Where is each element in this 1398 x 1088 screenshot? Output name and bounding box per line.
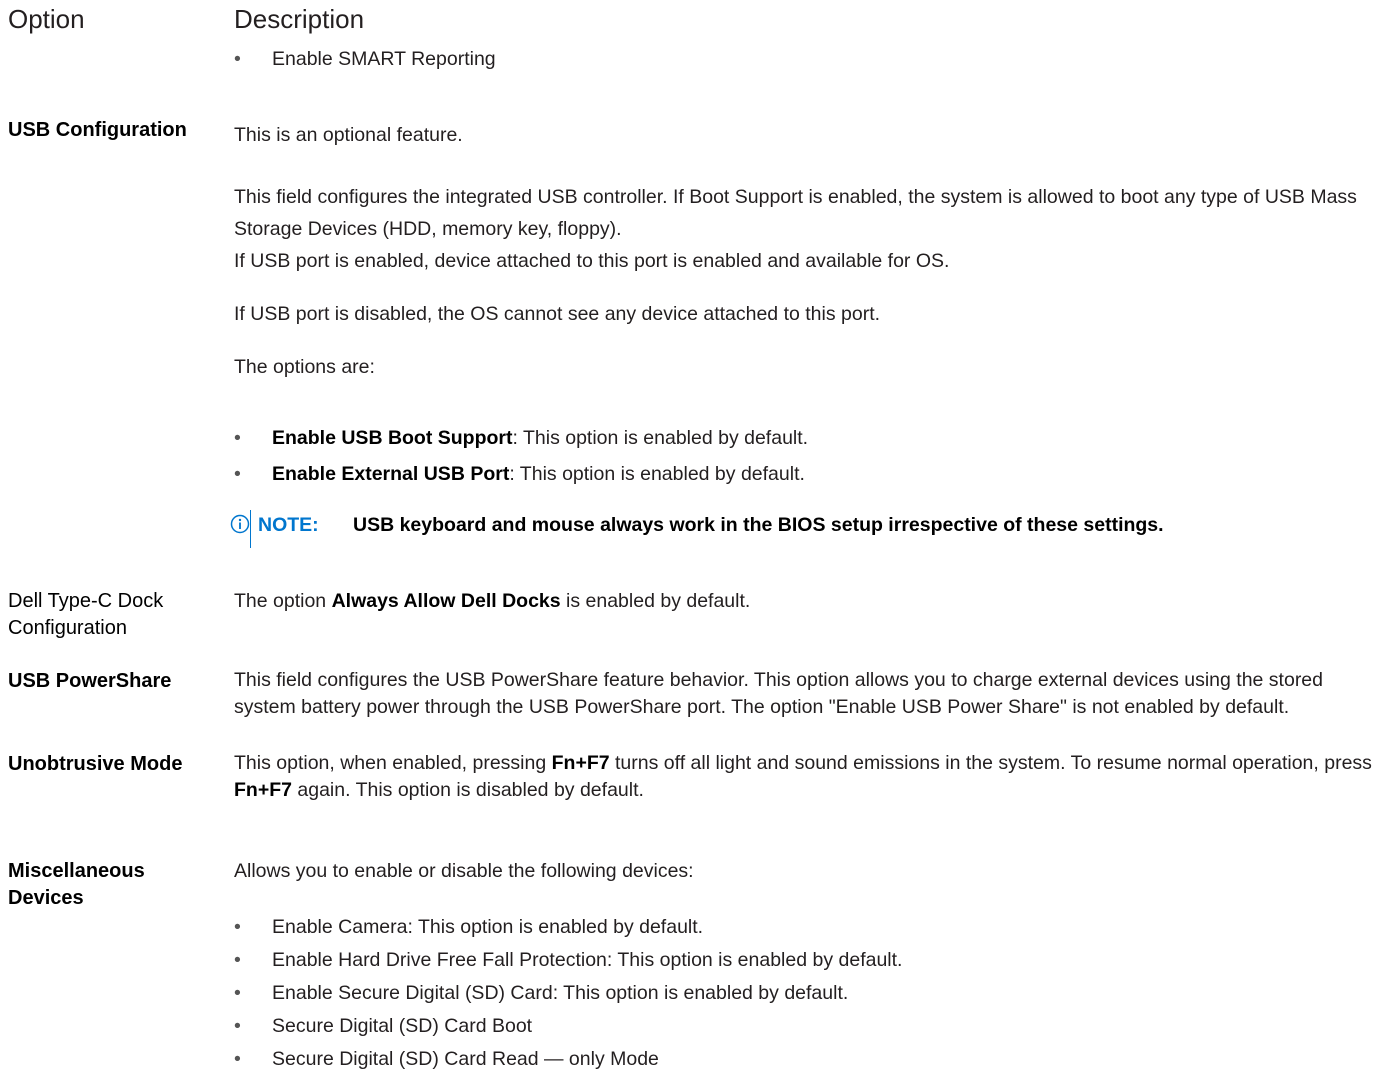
powershare-description: This field configures the USB PowerShare… xyxy=(234,669,1324,718)
option-name-usb-powershare: USB PowerShare xyxy=(8,670,172,692)
bullet-icon: • xyxy=(234,48,241,70)
usb-config-description: This field configures the integrated USB… xyxy=(234,186,1357,240)
option-name-unobtrusive-mode: Unobtrusive Mode xyxy=(8,753,183,775)
usb-config-intro: This is an optional feature. xyxy=(234,124,463,146)
column-header-option: Option xyxy=(8,4,85,34)
bullet-icon: • xyxy=(234,1048,241,1070)
unobtrusive-description: This option, when enabled, pressing Fn+F… xyxy=(234,752,1372,801)
info-icon xyxy=(230,514,250,534)
note-label: NOTE: xyxy=(258,514,319,536)
option-name-dock-configuration: Dell Type-C Dock Configuration xyxy=(8,590,164,639)
bullet-icon: • xyxy=(234,949,241,971)
bullet-icon: • xyxy=(234,1015,241,1037)
bullet-icon: • xyxy=(234,916,241,938)
usb-port-disabled-text: If USB port is disabled, the OS cannot s… xyxy=(234,303,881,325)
misc-intro: Allows you to enable or disable the foll… xyxy=(234,860,694,882)
option-name-miscellaneous-devices: Miscellaneous Devices xyxy=(8,860,145,909)
option-name-usb-configuration: USB Configuration xyxy=(8,119,187,141)
bullet-icon: • xyxy=(234,982,241,1004)
dock-description: The option Always Allow Dell Docks is en… xyxy=(234,590,751,612)
usb-port-enabled-text: If USB port is enabled, device attached … xyxy=(234,250,950,272)
options-intro: The options are: xyxy=(234,356,375,378)
bullet-icon: • xyxy=(234,463,241,485)
column-header-description: Description xyxy=(234,4,365,34)
bullet-icon: • xyxy=(234,427,241,449)
note-divider xyxy=(250,510,251,548)
note-text: USB keyboard and mouse always work in th… xyxy=(353,514,1164,536)
